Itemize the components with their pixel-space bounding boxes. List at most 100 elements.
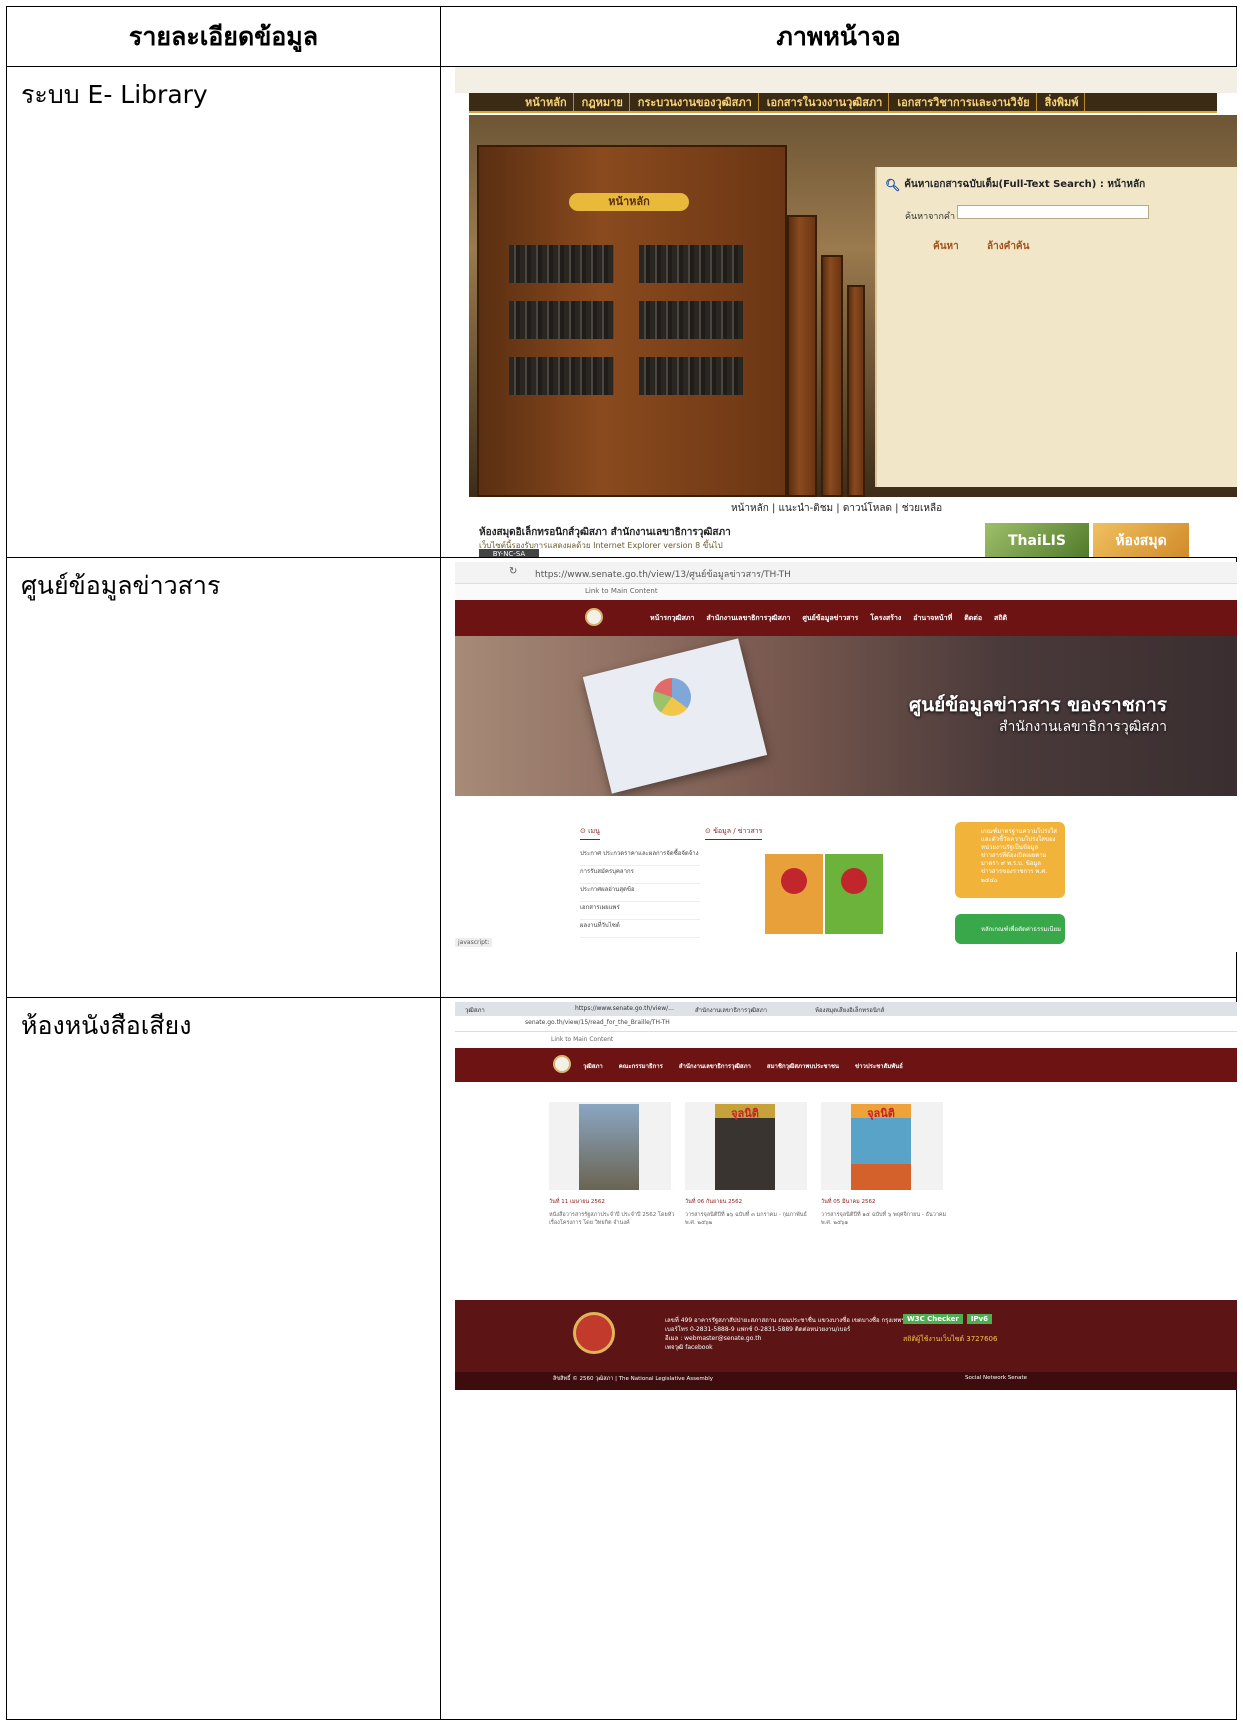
audio-books-screenshot: วุฒิสภา https://www.senate.go.th/view/..…: [455, 1002, 1237, 1390]
book-cover[interactable]: จุลนิติ: [851, 1104, 911, 1190]
facebook-line[interactable]: เพจวุฒิ facebook: [665, 1343, 926, 1352]
nav-item[interactable]: ข่าวประชาสัมพันธ์: [855, 1061, 903, 1071]
skip-link[interactable]: Link to Main Content: [585, 587, 658, 595]
skip-link[interactable]: Link to Main Content: [551, 1036, 613, 1043]
site-footer: เลขที่ 499 อาคารรัฐสภาสัปปายะสภาสถาน ถนน…: [455, 1300, 1237, 1372]
menu-item-documents[interactable]: เอกสารในวงงานวุฒิสภา: [761, 93, 890, 111]
fee-promo[interactable]: หลักเกณฑ์เพื่อตัดค่าธรรมเนียม: [955, 914, 1065, 944]
nav-item[interactable]: โครงสร้าง: [870, 613, 901, 624]
nav-item[interactable]: สมาชิกวุฒิสภาพบประชาชน: [767, 1061, 839, 1071]
utility-bar: Link to Main Content: [455, 1032, 1237, 1048]
publication-cover[interactable]: [825, 854, 883, 934]
browser-address-bar: ↻ https://www.senate.go.th/view/13/ศูนย์…: [455, 562, 1237, 584]
garuda-emblem: [841, 868, 867, 894]
menu-item-process[interactable]: กระบวนงานของวุฒิสภา: [632, 93, 759, 111]
bookshelf: [639, 301, 744, 339]
card-caption[interactable]: หนังสือวารสารรัฐสภาประจำปี ประจำปี 2562 …: [549, 1212, 677, 1228]
social-label: Social Network Senate: [965, 1375, 1028, 1381]
senate-logo[interactable]: [553, 1055, 571, 1073]
senate-logo[interactable]: [585, 608, 603, 626]
nav-item[interactable]: คณะกรรมาธิการ: [619, 1061, 663, 1071]
nav-item[interactable]: วุฒิสภา: [583, 1061, 603, 1071]
menu-heading: ⊙ เมนู: [580, 826, 600, 840]
home-tag: หน้าหลัก: [569, 193, 689, 211]
menu-item-home[interactable]: หน้าหลัก: [519, 93, 574, 111]
bookcase-far: [787, 215, 817, 497]
clear-button[interactable]: ล้างคำค้น: [987, 239, 1029, 254]
ipv6-badge[interactable]: IPv6: [966, 1314, 993, 1324]
nav-items: หน้ารกวุฒิสภา สำนักงานเลขาธิการวุฒิสภา ศ…: [650, 613, 1007, 624]
nav-item[interactable]: สำนักงานเลขาธิการวุฒิสภา: [706, 613, 790, 624]
search-title-text: ค้นหาเอกสารฉบับเต็ม(Full-Text Search) : …: [904, 179, 1146, 190]
row-desc-elibrary: ระบบ E- Library: [6, 66, 441, 558]
nav-item[interactable]: หน้ารกวุฒิสภา: [650, 613, 694, 624]
row-shot-audio-books: วุฒิสภา https://www.senate.go.th/view/..…: [440, 997, 1237, 1720]
nav-item[interactable]: อำนาจหน้าที่: [913, 613, 952, 624]
footer-badges: W3C Checker IPv6: [903, 1314, 993, 1324]
search-input[interactable]: [957, 205, 1149, 219]
info-center-screenshot: ↻ https://www.senate.go.th/view/13/ศูนย์…: [455, 562, 1237, 952]
footer-address: เลขที่ 499 อาคารรัฐสภาสัปปายะสภาสถาน ถนน…: [665, 1316, 926, 1352]
row-desc-info-center: ศูนย์ข้อมูลข่าวสาร: [6, 557, 441, 998]
info-content: ⊙ เมนู ประกาศ ประกวดราคาและผลการจัดซื้อจ…: [455, 796, 1237, 952]
address-url[interactable]: https://www.senate.go.th/view/13/ศูนย์ข้…: [535, 567, 791, 581]
footer-links[interactable]: หน้าหลัก | แนะนำ-ติชม | ดาวน์โหลด | ช่วย…: [731, 501, 942, 516]
bookcase-far: [847, 285, 865, 497]
browser-tab[interactable]: สำนักงานเลขาธิการวุฒิสภา: [695, 1005, 767, 1015]
w3c-badge[interactable]: W3C Checker: [903, 1314, 963, 1324]
menu-list-item[interactable]: การรับสมัครบุคลากร: [580, 866, 700, 884]
nav-item[interactable]: ติดต่อ: [964, 613, 982, 624]
senate-nav: หน้ารกวุฒิสภา สำนักงานเลขาธิการวุฒิสภา ศ…: [455, 600, 1237, 636]
elibrary-menu-bar: หน้าหลัก กฎหมาย กระบวนงานของวุฒิสภา เอกส…: [469, 93, 1217, 113]
hero-subtitle: สำนักงานเลขาธิการวุฒิสภา: [998, 719, 1167, 735]
status-bar: javascript:: [455, 938, 493, 947]
publication-cover[interactable]: [765, 854, 823, 934]
bookshelf: [509, 301, 614, 339]
card-caption[interactable]: วารสารจุลนิติปีที่ ๑๕ ฉบับที่ ๖ พฤศจิกาย…: [821, 1212, 949, 1228]
visitor-counter: สถิติผู้ใช้งานเว็บไซต์ 3727606: [903, 1335, 998, 1343]
card-date: วันที่ 05 มีนาคม 2562: [821, 1199, 876, 1205]
cc-license-badge[interactable]: BY-NC-SA: [479, 549, 539, 557]
menu-list-item[interactable]: ประกาศ ประกวดราคาและผลการจัดซื้อจัดจ้าง: [580, 848, 700, 866]
search-panel-title: 🔍︎ ค้นหาเอกสารฉบับเต็ม(Full-Text Search)…: [885, 177, 1145, 192]
transparency-promo[interactable]: เกณฑ์มาตรฐานความโปร่งใส และตัวชี้วัดความ…: [955, 822, 1065, 898]
menu-list-item[interactable]: ผลงานที่วับไซต์: [580, 920, 700, 938]
menu-list-item[interactable]: เอกสารเผยแพร่: [580, 902, 700, 920]
nav-item[interactable]: สำนักงานเลขาธิการวุฒิสภา: [679, 1061, 751, 1071]
copyright-text: ลิขสิทธิ์ © 2560 วุฒิสภา | The National …: [553, 1376, 714, 1382]
garuda-emblem: [781, 868, 807, 894]
row-desc-audio-books: ห้องหนังสือเสียง: [6, 997, 441, 1720]
hero-banner: ศูนย์ข้อมูลข่าวสาร ของราชการ สำนักงานเลข…: [455, 636, 1237, 796]
phone-line: เบอร์โทร 0-2831-5888-9 แฟกซ์ 0-2831-5889…: [665, 1326, 851, 1333]
address-url[interactable]: senate.go.th/view/15/read_for_the_Braill…: [525, 1019, 670, 1026]
menu-list: ประกาศ ประกวดราคาและผลการจัดซื้อจัดจ้าง …: [580, 848, 700, 938]
elibrary-screenshot: หน้าหลัก กฎหมาย กระบวนงานของวุฒิสภา เอกส…: [455, 67, 1237, 557]
menu-item-research[interactable]: เอกสารวิชาการและงานวิจัย: [891, 93, 1037, 111]
browser-tab[interactable]: https://www.senate.go.th/view/...: [575, 1005, 674, 1012]
book-cover[interactable]: จุลนิติ: [715, 1104, 775, 1190]
utility-bar: Link to Main Content: [455, 584, 1237, 600]
footer-title: ห้องสมุดอิเล็กทรอนิกส์วุฒิสภา สำนักงานเล…: [479, 527, 731, 538]
browser-address-bar: senate.go.th/view/15/read_for_the_Braill…: [455, 1016, 1237, 1032]
menu-item-law[interactable]: กฎหมาย: [576, 93, 630, 111]
search-button[interactable]: ค้นหา: [933, 239, 959, 254]
menu-list-item[interactable]: ประกาศผลอ่านสุดข้อ: [580, 884, 700, 902]
browser-tab[interactable]: ห้องสมุดเสียงอิเล็กทรอนิกส์: [815, 1005, 884, 1015]
thailis-banner[interactable]: ThaiLIS: [985, 523, 1089, 557]
book-cover[interactable]: [579, 1104, 639, 1190]
reload-icon[interactable]: ↻: [509, 566, 517, 577]
bookshelf: [509, 357, 614, 395]
nav-items: วุฒิสภา คณะกรรมาธิการ สำนักงานเลขาธิการว…: [583, 1061, 903, 1071]
library-banner[interactable]: ห้องสมุด: [1093, 523, 1189, 557]
nav-item[interactable]: ศูนย์ข้อมูลข่าวสาร: [802, 613, 858, 624]
search-panel: 🔍︎ ค้นหาเอกสารฉบับเต็ม(Full-Text Search)…: [875, 167, 1237, 487]
bookcase-far: [821, 255, 843, 497]
menu-item-publications[interactable]: สิ่งพิมพ์: [1039, 93, 1086, 111]
search-label: ค้นหาจากคำ: [905, 212, 956, 222]
nav-item[interactable]: สถิติ: [994, 613, 1007, 624]
email-line[interactable]: อีเมล : webmaster@senate.go.th: [665, 1334, 926, 1343]
card-caption[interactable]: วารสารจุลนิติปีที่ ๑๖ ฉบับที่ ๓ มกราคม -…: [685, 1212, 813, 1228]
browser-tab[interactable]: วุฒิสภา: [465, 1005, 485, 1015]
document-table: รายละเอียดข้อมูล ภาพหน้าจอ ระบบ E- Libra…: [6, 6, 1237, 1720]
elibrary-footer: หน้าหลัก | แนะนำ-ติชม | ดาวน์โหลด | ช่วย…: [469, 497, 1237, 557]
